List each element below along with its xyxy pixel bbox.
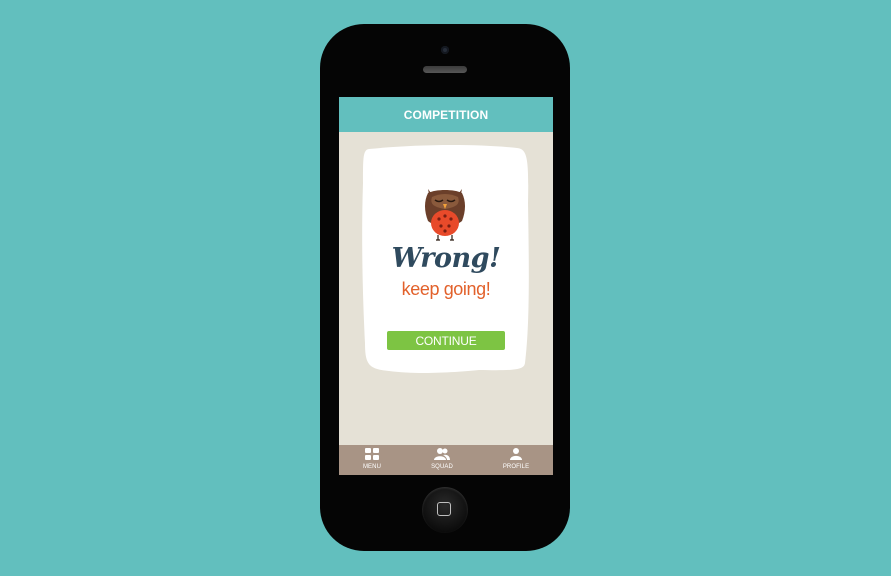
owl-mascot-icon bbox=[425, 189, 465, 241]
tab-squad[interactable]: SQUAD bbox=[417, 445, 467, 475]
app-screen: COMPETITION Wrong! keep going! CONTINUE … bbox=[339, 97, 553, 475]
tab-menu-label: MENU bbox=[362, 464, 382, 470]
continue-button[interactable]: CONTINUE bbox=[387, 331, 505, 350]
page-title: COMPETITION bbox=[339, 97, 553, 132]
home-button[interactable] bbox=[422, 487, 468, 533]
phone-frame: COMPETITION Wrong! keep going! CONTINUE … bbox=[320, 24, 570, 551]
result-subtitle: keep going! bbox=[401, 279, 491, 299]
earpiece-speaker bbox=[423, 66, 467, 73]
grid-icon bbox=[365, 448, 379, 460]
tab-menu[interactable]: MENU bbox=[347, 445, 397, 475]
tab-squad-label: SQUAD bbox=[431, 464, 453, 470]
tab-profile[interactable]: PROFILE bbox=[491, 445, 541, 475]
home-square-icon bbox=[437, 502, 451, 516]
person-icon bbox=[510, 448, 522, 460]
front-camera bbox=[441, 46, 449, 54]
group-icon bbox=[434, 448, 450, 460]
bottom-tab-bar: MENU SQUAD PROFILE bbox=[339, 445, 553, 475]
tab-profile-label: PROFILE bbox=[502, 464, 530, 470]
result-title: Wrong! bbox=[391, 243, 501, 274]
